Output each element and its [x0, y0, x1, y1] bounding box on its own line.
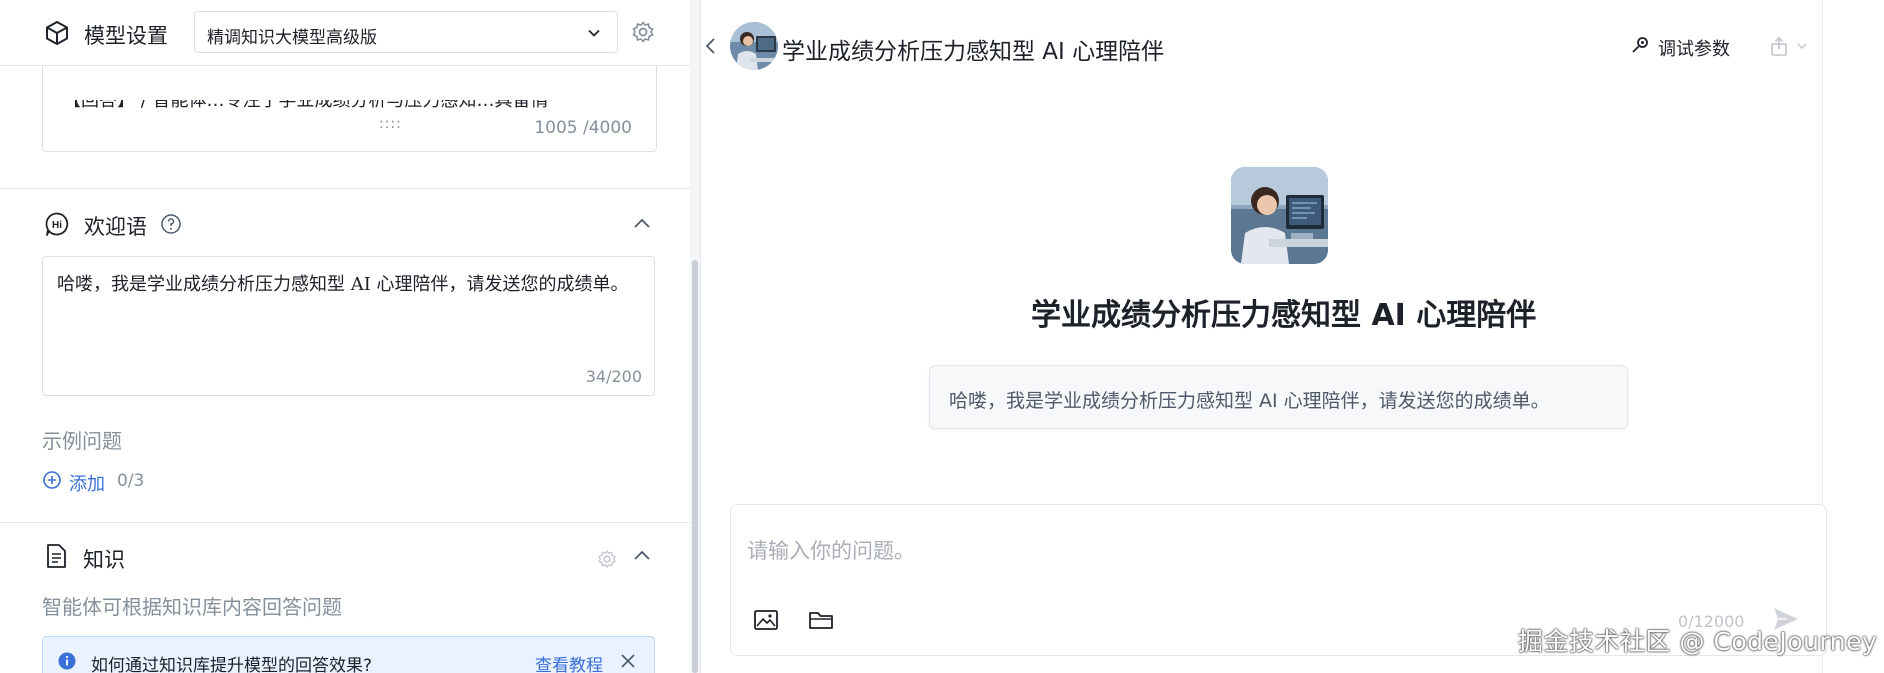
- model-settings-title: 模型设置: [84, 24, 168, 48]
- model-select[interactable]: 精调知识大模型高级版: [194, 11, 618, 53]
- share-icon[interactable]: [1770, 36, 1788, 56]
- gear-icon[interactable]: [597, 549, 617, 569]
- knowledge-tip-banner: 如何通过知识库提升模型的回答效果? 查看教程: [42, 636, 655, 673]
- info-icon: [58, 652, 76, 670]
- folder-icon[interactable]: [808, 608, 834, 632]
- chevron-up-icon[interactable]: [632, 546, 652, 566]
- welcome-message-bubble: 哈喽，我是学业成绩分析压力感知型 AI 心理陪伴，请发送您的成绩单。: [929, 365, 1628, 429]
- example-questions-label: 示例问题: [42, 429, 122, 453]
- svg-text:Hi: Hi: [52, 220, 62, 231]
- resize-handle[interactable]: ::::: [379, 116, 402, 132]
- chevron-down-icon: [588, 29, 600, 37]
- chat-input-placeholder: 请输入你的问题。: [747, 539, 915, 563]
- plus-circle-icon[interactable]: [42, 470, 62, 490]
- watermark: 掘金技术社区 @ CodeJourney: [1518, 627, 1878, 656]
- close-icon[interactable]: [620, 653, 636, 669]
- chevron-down-icon[interactable]: [1796, 40, 1808, 52]
- chevron-left-icon[interactable]: [703, 36, 719, 56]
- divider: [0, 188, 690, 189]
- divider: [0, 522, 690, 523]
- debug-params-button[interactable]: 调试参数: [1658, 35, 1730, 61]
- agent-name-heading: 学业成绩分析压力感知型 AI 心理陪伴: [1031, 298, 1537, 333]
- image-upload-icon[interactable]: [753, 608, 779, 632]
- knowledge-description: 智能体可根据知识库内容回答问题: [42, 595, 342, 619]
- config-panel: 模型设置 精调知识大模型高级版 【回答】 / 智能体…专注于学业成绩分析与压力感…: [0, 0, 700, 673]
- question-icon[interactable]: [160, 213, 182, 235]
- knowledge-section-title: 知识: [83, 548, 125, 572]
- model-select-value: 精调知识大模型高级版: [207, 28, 377, 48]
- agent-title: 学业成绩分析压力感知型 AI 心理陪伴: [782, 39, 1165, 65]
- welcome-message-text: 哈喽，我是学业成绩分析压力感知型 AI 心理陪伴，请发送您的成绩单。: [949, 390, 1550, 412]
- prompt-char-count: 1005 /4000: [534, 118, 632, 138]
- document-icon: [47, 544, 66, 568]
- tip-text: 如何通过知识库提升模型的回答效果?: [91, 656, 373, 673]
- welcome-text: 哈喽，我是学业成绩分析压力感知型 AI 心理陪伴，请发送您的成绩单。: [57, 274, 629, 295]
- hi-bubble-icon: Hi: [45, 212, 69, 236]
- agent-avatar: [1231, 167, 1328, 264]
- scrollbar-thumb[interactable]: [692, 260, 698, 673]
- gear-icon[interactable]: [631, 20, 655, 44]
- cube-icon: [46, 21, 68, 45]
- welcome-char-count: 34/200: [585, 367, 642, 386]
- welcome-section-title: 欢迎语: [84, 215, 147, 239]
- model-settings-bar: 模型设置 精调知识大模型高级版: [0, 0, 690, 66]
- welcome-textarea[interactable]: 哈喽，我是学业成绩分析压力感知型 AI 心理陪伴，请发送您的成绩单。 34/20…: [42, 256, 655, 396]
- example-count: 0/3: [117, 471, 145, 491]
- prompt-editor[interactable]: 【回答】 / 智能体…专注于学业成绩分析与压力感知…具备情 :::: 1005 …: [42, 66, 657, 152]
- debug-settings-icon[interactable]: [1630, 35, 1650, 55]
- view-tutorial-link[interactable]: 查看教程: [535, 651, 603, 673]
- prompt-text: 【回答】 / 智能体…专注于学业成绩分析与压力感知…具备情: [63, 100, 549, 111]
- chevron-up-icon[interactable]: [632, 214, 652, 234]
- add-example-button[interactable]: 添加: [69, 470, 105, 496]
- avatar: [730, 22, 778, 70]
